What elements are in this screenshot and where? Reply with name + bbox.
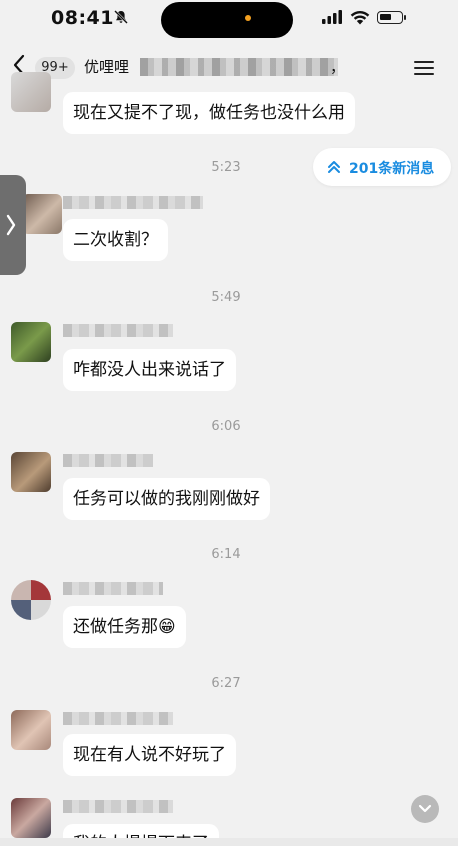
- chat-title: 优哩哩: [84, 58, 130, 76]
- chevron-down-icon: [418, 804, 432, 813]
- timestamp: 6:06: [211, 419, 241, 434]
- avatar[interactable]: [11, 580, 51, 620]
- sender-name-redacted: [63, 324, 173, 337]
- side-panel-tab[interactable]: [0, 175, 26, 275]
- avatar[interactable]: [11, 322, 51, 362]
- dynamic-island: [161, 2, 293, 38]
- sender-name-redacted: [63, 454, 153, 467]
- battery-tip: [404, 15, 406, 20]
- wifi-icon: [350, 10, 370, 25]
- chat-title-redacted: [140, 58, 338, 76]
- avatar[interactable]: [22, 194, 62, 234]
- double-chevron-up-icon: [328, 161, 340, 173]
- chat-title-tail: ，: [330, 58, 346, 76]
- avatar[interactable]: [11, 798, 51, 838]
- sender-name-redacted: [63, 712, 173, 725]
- message-bubble[interactable]: 咋都没人出来说话了: [63, 349, 236, 391]
- message-bubble[interactable]: 二次收割？: [63, 219, 168, 261]
- privacy-indicator-dot: [245, 15, 251, 21]
- input-area-edge: [0, 838, 458, 846]
- sender-name-redacted: [63, 800, 173, 813]
- new-messages-label: 201条新消息: [349, 161, 435, 177]
- message-bubble[interactable]: 任务可以做的我刚刚做好: [63, 478, 270, 520]
- status-time: 08:41: [51, 7, 114, 29]
- sender-name-redacted: [63, 196, 203, 209]
- timestamp: 6:27: [211, 676, 241, 691]
- avatar[interactable]: [11, 72, 51, 112]
- timestamp: 6:14: [211, 547, 241, 562]
- mute-bell-icon: [114, 10, 128, 24]
- chevron-right-icon: [6, 214, 16, 236]
- cellular-signal-icon: [322, 10, 342, 24]
- menu-icon[interactable]: [414, 60, 434, 76]
- scroll-to-bottom-button[interactable]: [411, 795, 439, 823]
- message-bubble[interactable]: 我的人提提下来了: [63, 824, 219, 838]
- new-messages-button[interactable]: 201条新消息: [313, 148, 451, 186]
- message-bubble[interactable]: 还做任务那😁: [63, 606, 186, 648]
- avatar[interactable]: [11, 452, 51, 492]
- message-bubble[interactable]: 现在又提不了现，做任务也没什么用: [63, 92, 355, 134]
- message-bubble[interactable]: 现在有人说不好玩了: [63, 734, 236, 776]
- status-bar: 08:41: [0, 0, 458, 40]
- timestamp: 5:49: [211, 290, 241, 305]
- avatar[interactable]: [11, 710, 51, 750]
- battery-icon: [377, 11, 403, 24]
- sender-name-redacted: [63, 582, 163, 595]
